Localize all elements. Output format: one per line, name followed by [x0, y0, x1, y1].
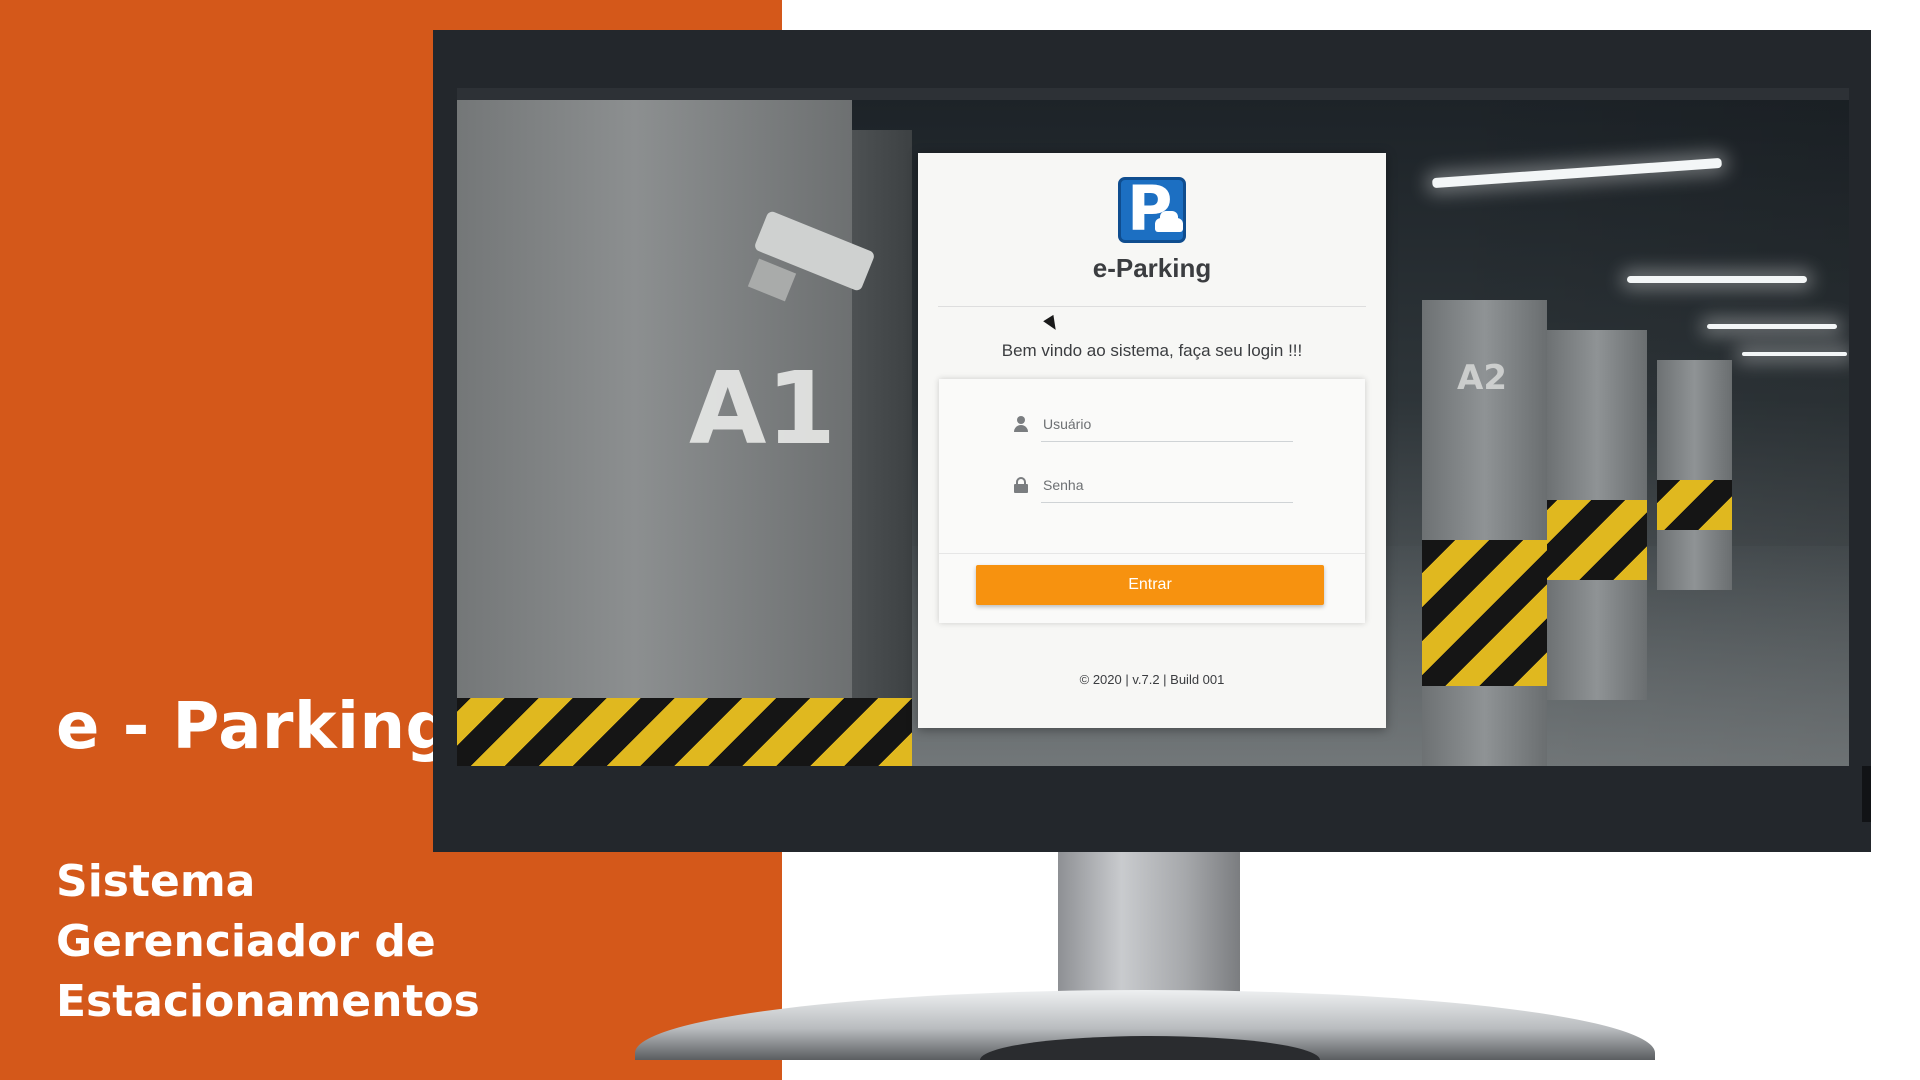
password-input[interactable]: [1041, 467, 1293, 503]
welcome-message: Bem vindo ao sistema, faça seu login !!!: [1001, 341, 1303, 360]
mouse-cursor-icon: [1043, 314, 1061, 334]
hazard-stripes: [1422, 540, 1547, 686]
promo-title: e - Parking: [56, 690, 452, 764]
hazard-stripes: [457, 698, 912, 766]
browser-top-bar: [457, 88, 1849, 100]
password-field: [1013, 467, 1293, 503]
login-button[interactable]: Entrar: [976, 565, 1324, 605]
car-icon: [1155, 211, 1183, 232]
presentation-slide: e - Parking Sistema Gerenciador de Estac…: [0, 0, 1920, 1080]
pillar-label-a2: A2: [1457, 358, 1507, 398]
promo-subtitle-line: Estacionamentos: [56, 976, 480, 1027]
login-card: P e-Parking Bem vindo ao sistema, faça s…: [918, 153, 1386, 728]
form-divider: [939, 553, 1365, 554]
ceiling-light: [1627, 276, 1807, 283]
hazard-stripes: [1547, 500, 1647, 580]
lock-icon: [1013, 477, 1029, 493]
ceiling-light: [1707, 324, 1837, 329]
monitor-chin: [433, 766, 1871, 852]
promo-subtitle-line: Sistema: [56, 856, 256, 907]
pillar-label-a1: A1: [689, 350, 836, 467]
ceiling-light: [1432, 157, 1722, 189]
version-footer: © 2020 | v.7.2 | Build 001: [1079, 672, 1225, 687]
ceiling-light: [1742, 352, 1847, 356]
login-form: Entrar: [939, 379, 1365, 623]
logo-letter: P: [1127, 172, 1173, 245]
app-title: e-Parking: [1092, 253, 1212, 283]
promo-subtitle: Sistema Gerenciador de Estacionamentos: [56, 852, 536, 1032]
username-field: [1013, 406, 1293, 442]
garage-pillar-a1-side: [852, 130, 912, 766]
username-input[interactable]: [1041, 406, 1293, 442]
hazard-stripes: [1657, 480, 1732, 530]
promo-subtitle-line: Gerenciador de: [56, 916, 436, 967]
monitor-edge: [1862, 766, 1871, 822]
divider: [938, 306, 1366, 307]
garage-pillar: [1657, 360, 1732, 590]
user-icon: [1013, 416, 1029, 432]
parking-logo-icon: P: [1118, 172, 1186, 245]
